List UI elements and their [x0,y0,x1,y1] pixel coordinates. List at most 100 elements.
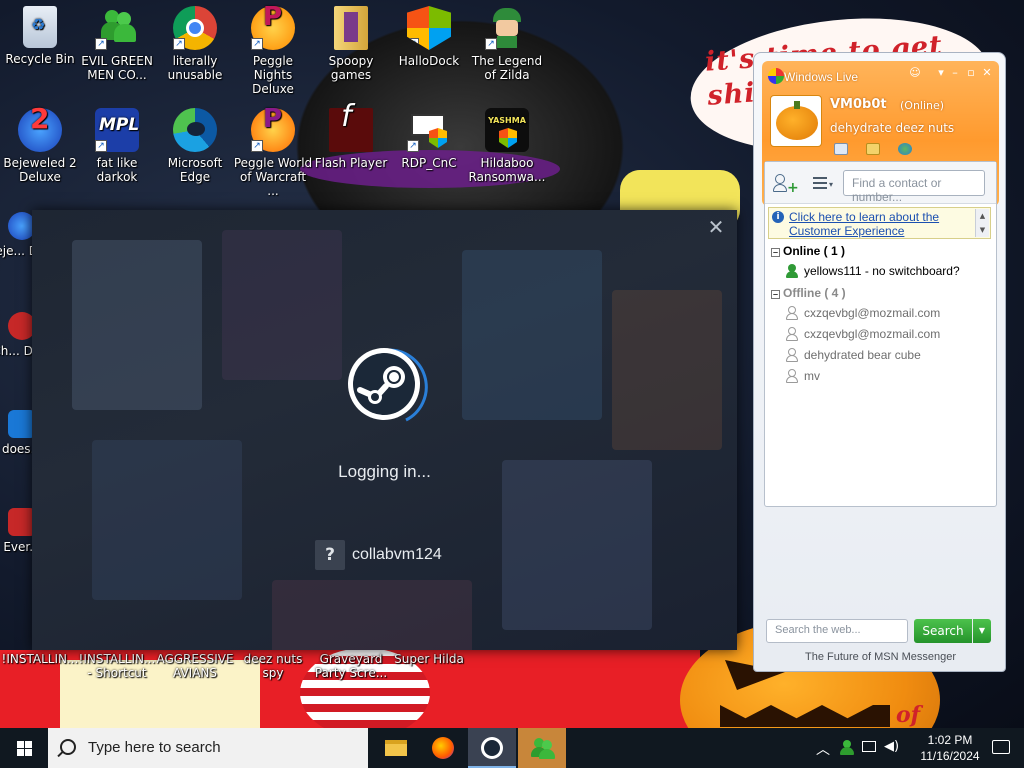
contact-name: dehydrated bear cube [804,348,921,362]
desktop-icon-recycle-bin[interactable]: ♻ Recycle Bin [0,6,80,66]
desktop-icon-label: EVIL GREEN MEN CO... [81,54,153,82]
contact-name: yellows111 - no switchboard? [804,264,960,278]
contact-item[interactable]: cxzqevbgl@mozmail.com [785,306,940,324]
folder-icon[interactable] [866,143,880,155]
volume-icon[interactable]: ◀) [884,739,899,754]
desktop-icon-aggressive-avians[interactable]: AGGRESSIVE AVIANS [155,652,235,680]
windows-live-logo-icon [768,68,784,84]
desktop-icon-label: deez nuts spy [243,652,303,680]
contact-item[interactable]: dehydrated bear cube [785,348,921,366]
desktop-icon-installing[interactable]: !INSTALLIN... [0,652,80,666]
close-icon[interactable]: ✕ [705,216,727,238]
desktop-icon-hildaboo-ransomware[interactable]: YASHMA Hildaboo Ransomwa... [467,108,547,184]
steam-background-tile [272,580,472,650]
msn-messenger-window: Windows Live ☺ ▾ – ▫ ✕ VM0b0t (Online) d… [753,52,1006,672]
menu-dropdown-icon[interactable]: ▾ [934,66,948,80]
search-button[interactable]: Search [914,619,972,643]
msn-tray-icon[interactable] [840,740,854,756]
maximize-icon[interactable]: ▫ [964,66,978,80]
offline-buddy-icon [785,327,799,341]
desktop-icon-flash-player[interactable]: f Flash Player [311,102,391,171]
start-button[interactable] [0,728,48,768]
steam-login-window: ✕ Logging in... ? collabvm124 [32,210,737,650]
minimize-icon[interactable]: – [948,66,962,80]
group-header-offline[interactable]: – Offline ( 4 ) [771,286,846,300]
edge-icon [173,108,217,152]
online-buddy-icon [785,264,799,278]
desktop-icon-hallodock[interactable]: ↗ HalloDock [389,6,469,68]
desktop-icon-legend-of-zilda[interactable]: ↗ The Legend of Zilda [467,6,547,82]
zelda-character-icon: ↗ [485,6,529,50]
desktop-icon-microsoft-edge[interactable]: Microsoft Edge [155,108,235,184]
desktop-icon-label: Flash Player [314,156,388,170]
search-dropdown-icon[interactable]: ▼ [973,619,991,643]
taskbar-app-steam[interactable] [468,728,516,768]
group-header-online[interactable]: – Online ( 1 ) [771,244,845,258]
desktop-icon-label: Recycle Bin [5,52,75,66]
network-icon[interactable] [862,741,876,752]
desktop-icon-label: !INSTALLIN... [1,652,79,666]
desktop-icon-spoopy-games[interactable]: Spoopy games [311,6,391,82]
chevron-up-icon[interactable]: ︿ [816,739,830,759]
taskbar-search-box[interactable]: Type here to search [48,728,368,768]
contact-toolbar: + ▾ Find a contact or number... [765,162,996,204]
close-icon[interactable]: ✕ [980,66,994,80]
web-search-bar: Search the web... Search ▼ [764,615,997,645]
status-selector[interactable]: (Online) [900,99,944,112]
display-name[interactable]: VM0b0t [830,97,887,112]
desktop-icon-bejeweled-2[interactable]: 2 Bejeweled 2 Deluxe [0,105,80,185]
mpl-icon: MPL ↗ [95,108,139,152]
personal-message[interactable]: dehydrate deez nuts [830,121,954,135]
globe-icon[interactable] [898,143,912,155]
peggle-wow-icon: P ↗ [251,106,295,152]
steam-background-tile [612,290,722,450]
search-placeholder: Type here to search [88,739,221,756]
clock-date: 11/16/2024 [920,749,980,763]
steam-icon [481,737,503,759]
desktop-icon-super-hilda[interactable]: Super Hilda [389,652,469,666]
web-search-input[interactable]: Search the web... [766,619,908,643]
customer-experience-link[interactable]: Click here to learn about the Customer E… [789,210,974,238]
mail-icon[interactable] [834,143,848,155]
desktop-icon-deez-nuts-spy[interactable]: deez nuts spy [233,652,313,680]
desktop-icon-label: Super Hilda [394,652,464,666]
taskbar-app-file-explorer[interactable] [372,728,420,768]
banner-scrollbar[interactable]: ▲ ▼ [975,209,989,237]
desktop-icon-peggle-nights[interactable]: P ↗ Peggle Nights Deluxe [233,4,313,96]
desktop-icon-label: Spoopy games [328,54,374,82]
clock-time: 1:02 PM [927,733,973,747]
desktop-icon-peggle-wow[interactable]: P ↗ Peggle World of Warcraft ... [233,106,313,198]
offline-buddy-icon [785,306,799,320]
list-view-icon[interactable]: ▾ [811,174,837,194]
desktop-icon-label: literally unusable [167,54,223,82]
avatar[interactable] [770,95,822,147]
contact-item[interactable]: mv [785,369,820,387]
contact-item[interactable]: yellows111 - no switchboard? [785,264,960,282]
taskbar-app-msn[interactable] [518,728,566,768]
yashma-icon: YASHMA [485,108,529,152]
clock[interactable]: 1:02 PM 11/16/2024 [914,732,986,764]
desktop-icon-label: HalloDock [398,54,460,68]
emoticon-icon[interactable]: ☺ [908,66,922,80]
desktop-icon-fat-like-darkok[interactable]: MPL ↗ fat like darkok [77,108,157,184]
desktop-icon-label: !INSTALLIN... - Shortcut [78,652,156,680]
desktop-icon-installing-shortcut[interactable]: !INSTALLIN... - Shortcut [77,652,157,680]
window-title: Windows Live [784,70,859,84]
firefox-icon [432,737,454,759]
footer-text: The Future of MSN Messenger [804,651,956,663]
desktop-icon-label: Microsoft Edge [167,156,223,184]
desktop-icon-literally-unusable[interactable]: ↗ literally unusable [155,6,235,82]
collapse-icon[interactable]: – [771,248,780,257]
desktop-icon-evil-green-men[interactable]: ↗ EVIL GREEN MEN CO... [77,6,157,82]
taskbar-app-firefox[interactable] [420,728,468,768]
find-contact-input[interactable]: Find a contact or number... [843,170,985,204]
desktop-icon-rdp-cnc[interactable]: ↗ RDP_CnC [389,108,469,170]
bejeweled-icon: 2 [18,105,62,152]
notification-icon[interactable] [992,740,1010,754]
contact-item[interactable]: cxzqevbgl@mozmail.com [785,327,940,345]
help-icon[interactable]: ? [315,540,345,570]
add-contact-icon[interactable]: + [773,174,799,195]
collapse-icon[interactable]: – [771,290,780,299]
peggle-icon: P ↗ [251,4,295,50]
desktop-icon-graveyard-party[interactable]: Graveyard Party Scre... [311,652,391,680]
